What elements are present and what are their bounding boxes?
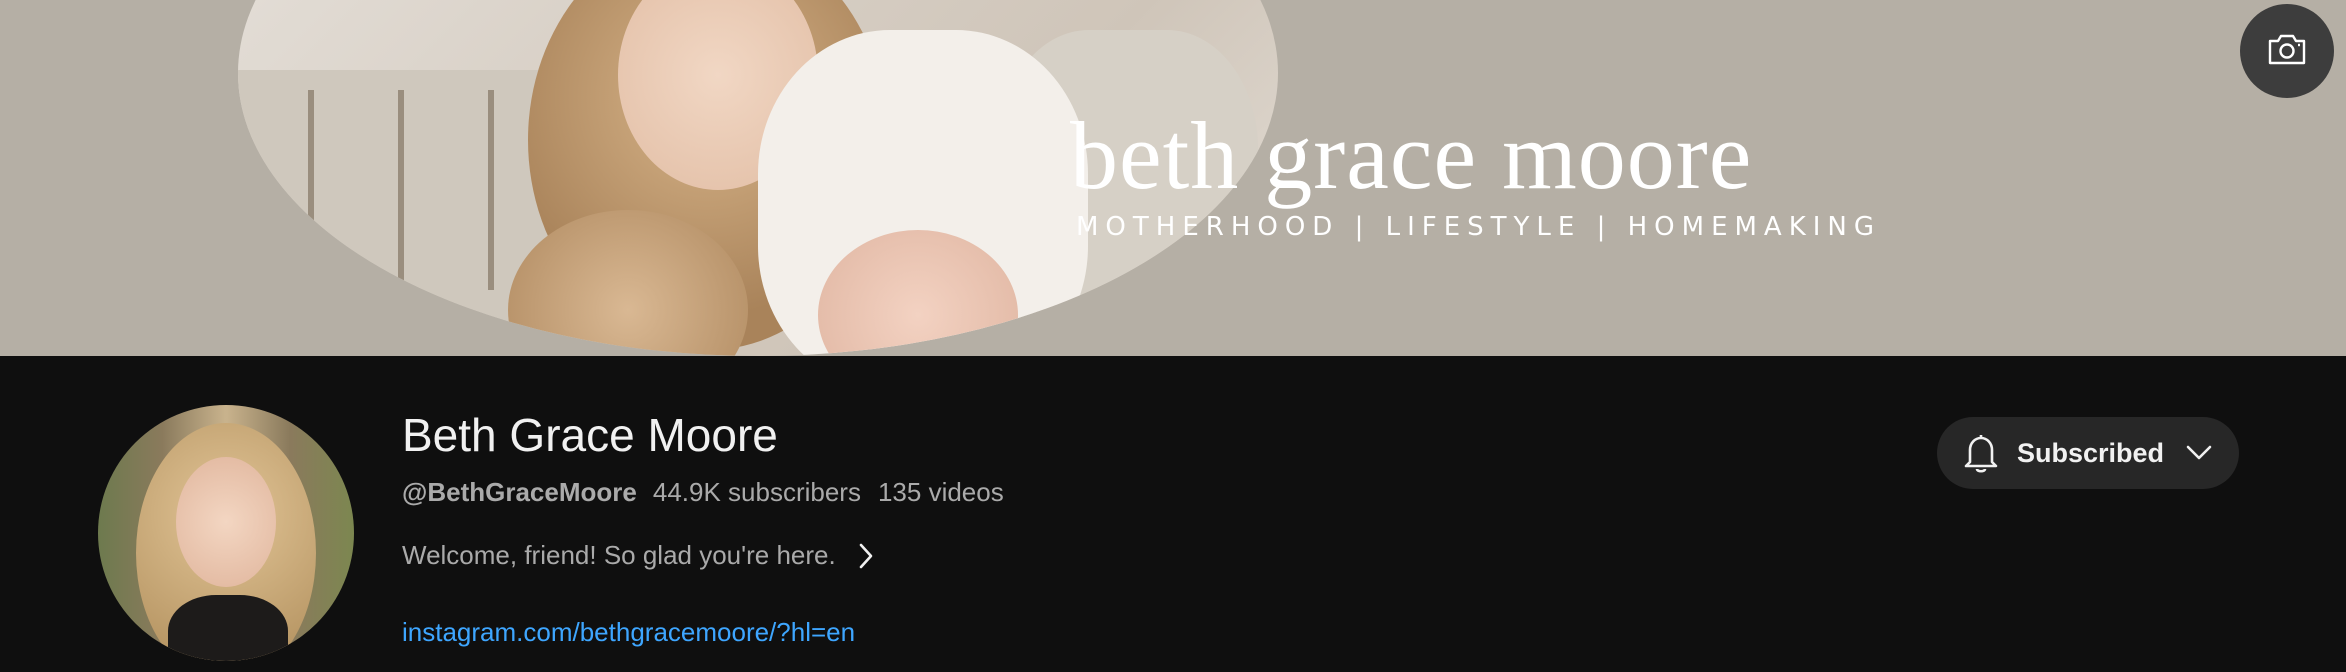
subscribed-label: Subscribed (2017, 437, 2165, 468)
avatar-face (176, 457, 276, 587)
banner-photo-stripe (308, 90, 314, 290)
channel-avatar[interactable] (98, 405, 354, 661)
camera-icon (2267, 32, 2307, 71)
banner-photo-stripe (488, 90, 494, 290)
channel-description: Welcome, friend! So glad you're here. (402, 540, 836, 570)
banner-photo-stripe (398, 90, 404, 290)
channel-meta: @BethGraceMoore 44.9K subscribers 135 vi… (402, 477, 1004, 508)
bell-icon (1963, 432, 1999, 474)
channel-external-link[interactable]: instagram.com/bethgracemoore/?hl=en (402, 617, 855, 648)
chevron-down-icon (2186, 445, 2212, 461)
chevron-right-icon (858, 542, 874, 570)
channel-page: beth grace moore MOTHERHOOD | LIFESTYLE … (0, 0, 2346, 672)
channel-banner: beth grace moore MOTHERHOOD | LIFESTYLE … (0, 0, 2346, 356)
channel-name: Beth Grace Moore (402, 409, 778, 461)
channel-description-button[interactable]: Welcome, friend! So glad you're here. (402, 540, 874, 571)
banner-title: beth grace moore (1070, 102, 1753, 209)
video-count: 135 videos (877, 477, 1004, 507)
subscribed-button[interactable]: Subscribed (1937, 417, 2239, 489)
avatar-body (168, 595, 288, 661)
banner-tagline: MOTHERHOOD | LIFESTYLE | HOMEMAKING (1076, 212, 1882, 242)
edit-banner-button[interactable] (2240, 4, 2334, 98)
channel-handle: @BethGraceMoore (402, 477, 637, 507)
subscriber-count: 44.9K subscribers (652, 477, 861, 507)
